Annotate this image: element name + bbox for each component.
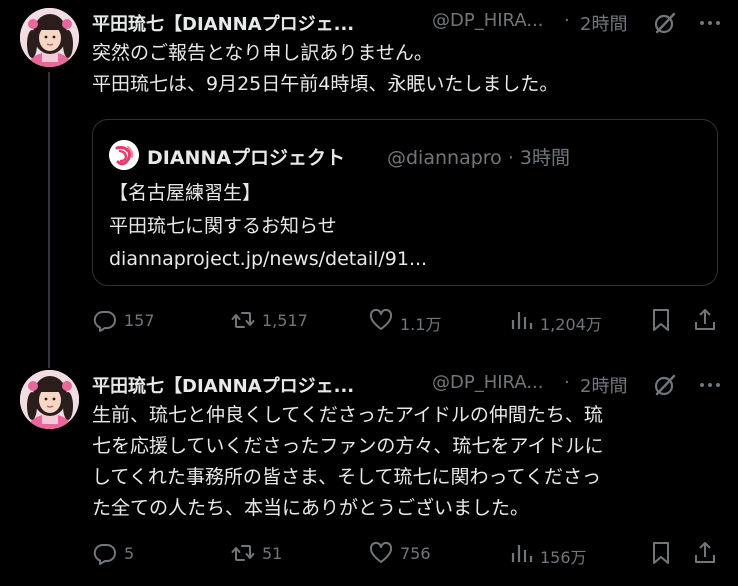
- tweet[interactable]: 平田琉七【DIANNAプロジェ... @DP_HIRA... · 2時間 突然の…: [0, 0, 738, 368]
- views-chart-icon: [511, 312, 533, 329]
- heart-icon: [369, 308, 393, 330]
- avatar[interactable]: [20, 8, 79, 67]
- repost-icon: [231, 545, 255, 561]
- tweet-text-line: 突然のご報告となり申し訳ありません。: [92, 42, 433, 64]
- views-button[interactable]: 156万: [508, 536, 628, 570]
- reply-count: 5: [124, 544, 135, 563]
- quote-link[interactable]: diannaproject.jp/news/detail/91...: [109, 243, 427, 276]
- avatar-girl-pink-costume: [20, 8, 79, 67]
- separator-dot: ·: [564, 10, 570, 31]
- grok-icon[interactable]: [652, 372, 678, 398]
- author-display-name[interactable]: 平田琉七【DIANNAプロジェ...: [92, 10, 354, 36]
- reply-button[interactable]: 5: [92, 536, 192, 570]
- like-button[interactable]: 1.1万: [368, 303, 478, 337]
- tweet-text-line: 平田琉七は、9月25日午前4時頃、永眠いたしました。: [92, 73, 559, 95]
- views-count: 1,204万: [540, 315, 602, 334]
- heart-icon: [369, 541, 393, 563]
- repost-button[interactable]: 51: [230, 536, 350, 570]
- avatar-girl-pink-costume: [20, 370, 79, 429]
- repost-count: 1,517: [262, 311, 308, 330]
- more-options-icon[interactable]: [698, 372, 722, 398]
- reply-icon: [93, 310, 116, 332]
- tweet-text: 生前、琉七と仲良くしてくださったアイドルの仲間たち、琉 七を応援していくださった…: [92, 400, 710, 524]
- like-count: 1.1万: [400, 315, 442, 334]
- bookmark-button[interactable]: [648, 536, 674, 570]
- author-handle[interactable]: @DP_HIRA...: [432, 372, 544, 393]
- share-button[interactable]: [692, 536, 718, 570]
- quote-author-name[interactable]: DIANNAプロジェクト: [147, 143, 345, 170]
- reply-icon: [93, 543, 116, 565]
- repost-button[interactable]: 1,517: [230, 303, 350, 337]
- like-count: 756: [400, 544, 431, 563]
- grok-icon[interactable]: [652, 10, 678, 36]
- avatar[interactable]: [20, 370, 79, 429]
- quote-text: 【名古屋練習生】 平田琉七に関するお知らせ diannaproject.jp/n…: [109, 177, 427, 276]
- tweet-actions: 5 51 756 156万: [92, 536, 720, 570]
- tweet[interactable]: 平田琉七【DIANNAプロジェ... @DP_HIRA... · 2時間 生前、…: [0, 362, 738, 586]
- quote-handle-time: @diannapro · 3時間: [387, 147, 570, 169]
- bookmark-icon: [653, 309, 669, 331]
- quote-text-line: 平田琉七に関するお知らせ: [109, 215, 337, 237]
- tweet-header: 平田琉七【DIANNAプロジェ... @DP_HIRA... · 2時間: [92, 372, 730, 398]
- share-icon: [695, 309, 715, 330]
- quoted-tweet-card[interactable]: DIANNAプロジェクト @diannapro · 3時間 【名古屋練習生】 平…: [92, 119, 718, 286]
- share-button[interactable]: [692, 303, 718, 337]
- thread-connector-line: [48, 72, 50, 368]
- bookmark-icon: [653, 542, 669, 564]
- repost-icon: [231, 312, 255, 328]
- tweet-text-line: してくれた事務所の皆さま、そして琉七に関わってくださっ: [92, 466, 602, 488]
- separator-dot: ·: [564, 372, 570, 393]
- tweet-text: 突然のご報告となり申し訳ありません。 平田琉七は、9月25日午前4時頃、永眠いた…: [92, 38, 710, 100]
- reply-button[interactable]: 157: [92, 303, 192, 337]
- tweet-actions: 157 1,517 1.1万 1,204万: [92, 303, 720, 337]
- views-chart-icon: [511, 545, 533, 562]
- views-button[interactable]: 1,204万: [508, 303, 628, 337]
- author-display-name[interactable]: 平田琉七【DIANNAプロジェ...: [92, 372, 354, 398]
- timestamp[interactable]: 2時間: [580, 372, 627, 398]
- timestamp[interactable]: 2時間: [580, 10, 627, 36]
- tweet-text-line: 七を応援していくださったファンの方々、琉七をアイドルに: [92, 435, 604, 457]
- author-handle[interactable]: @DP_HIRA...: [432, 10, 544, 31]
- tweet-text-line: 生前、琉七と仲良くしてくださったアイドルの仲間たち、琉: [92, 404, 603, 426]
- dianna-logo-icon: [109, 140, 139, 170]
- tweet-text-line: た全ての人たち、本当にありがとうございました。: [92, 497, 530, 519]
- quote-text-line: 【名古屋練習生】: [109, 182, 262, 204]
- tweet-header: 平田琉七【DIANNAプロジェ... @DP_HIRA... · 2時間: [92, 10, 730, 36]
- more-options-icon[interactable]: [698, 10, 722, 36]
- reply-count: 157: [124, 311, 155, 330]
- views-count: 156万: [540, 548, 587, 567]
- like-button[interactable]: 756: [368, 536, 478, 570]
- share-icon: [695, 542, 715, 563]
- bookmark-button[interactable]: [648, 303, 674, 337]
- repost-count: 51: [262, 544, 283, 563]
